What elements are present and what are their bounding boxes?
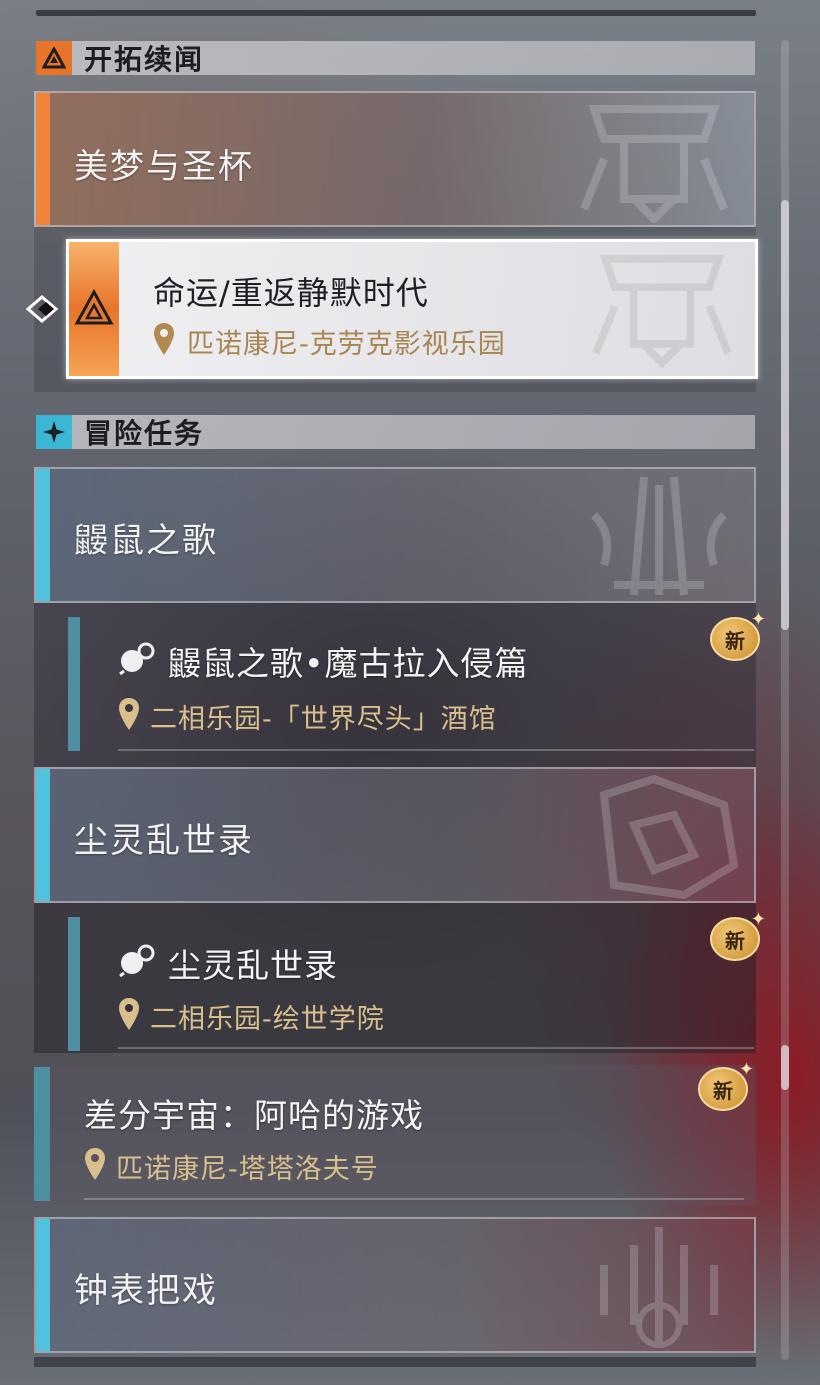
group-title: 鼹鼠之歌 <box>74 521 218 561</box>
group-title: 美梦与圣杯 <box>74 147 254 187</box>
quest-name: 命运/重返静默时代 <box>153 274 429 312</box>
top-divider <box>36 10 756 16</box>
trailblaze-triangle-icon <box>74 289 114 325</box>
map-pin-icon <box>85 1148 105 1180</box>
quest-group-card[interactable]: 尘灵乱世录 <box>34 767 756 903</box>
map-pin-icon <box>154 323 174 355</box>
map-pin-icon <box>119 698 139 730</box>
list-bottom-edge <box>34 1357 756 1367</box>
quest-group-card[interactable]: 鼹鼠之歌 <box>34 467 756 603</box>
quest-group-card[interactable]: 美梦与圣杯 <box>34 91 756 227</box>
quest-row-selected[interactable]: 命运/重返静默时代 匹诺康尼-克劳克影视乐园 <box>26 227 758 392</box>
row-divider <box>118 1047 754 1049</box>
trailblaze-triangle-icon <box>36 41 72 75</box>
row-divider <box>84 1198 744 1200</box>
scrollbar-thumb[interactable] <box>781 200 789 630</box>
faction-emblem-icon <box>591 476 727 596</box>
scrollbar-thumb-secondary[interactable] <box>781 1045 789 1090</box>
quest-row[interactable]: 鼹鼠之歌•魔古拉入侵篇 二相乐园-「世界尽头」酒馆 新 ✦ <box>34 603 766 768</box>
quest-name: 差分宇宙：阿哈的游戏 <box>84 1096 424 1135</box>
faction-emblem-icon <box>599 775 739 899</box>
quest-row-bar <box>34 1067 50 1201</box>
group-accent-bar <box>36 93 50 225</box>
group-accent-bar <box>36 769 50 901</box>
faction-emblem-icon <box>600 1227 718 1348</box>
group-title: 钟表把戏 <box>74 1271 218 1311</box>
section-header-trailblaze: 开拓续闻 <box>36 41 755 76</box>
group-accent-bar <box>36 469 50 601</box>
new-badge: 新 ✦ <box>710 609 766 661</box>
new-badge: 新 ✦ <box>710 909 766 961</box>
selected-quest-card[interactable]: 命运/重返静默时代 匹诺康尼-克劳克影视乐园 <box>66 239 758 379</box>
section-title: 冒险任务 <box>84 417 205 450</box>
faction-emblem-icon <box>592 255 732 369</box>
quest-row[interactable]: 尘灵乱世录 二相乐园-绘世学院 新 ✦ <box>34 903 766 1053</box>
adventure-quest-icon <box>119 642 155 675</box>
trailblaze-quest-icon-strip <box>69 242 119 376</box>
group-title: 尘灵乱世录 <box>74 821 254 861</box>
quest-location: 二相乐园-「世界尽头」酒馆 <box>150 704 497 735</box>
quest-row-bar <box>68 917 80 1051</box>
quest-name: 鼹鼠之歌•魔古拉入侵篇 <box>168 644 529 683</box>
quest-location: 匹诺康尼-塔塔洛夫号 <box>116 1154 379 1185</box>
chevron-selector-icon <box>26 295 59 323</box>
row-divider <box>118 749 754 751</box>
quest-location: 匹诺康尼-克劳克影视乐园 <box>187 329 506 360</box>
adventure-quest-icon <box>119 944 155 977</box>
new-badge: 新 ✦ <box>698 1059 754 1111</box>
quest-row-standalone[interactable]: 差分宇宙：阿哈的游戏 匹诺康尼-塔塔洛夫号 新 ✦ <box>34 1059 756 1205</box>
section-title: 开拓续闻 <box>84 43 205 76</box>
group-accent-bar <box>36 1219 50 1351</box>
quest-name: 尘灵乱世录 <box>168 946 338 985</box>
faction-emblem-icon <box>580 105 728 223</box>
section-header-adventure: 冒险任务 <box>36 415 755 450</box>
sparkle-icon <box>36 415 72 449</box>
quest-row-bar <box>68 617 80 751</box>
map-pin-icon <box>119 998 139 1030</box>
quest-location: 二相乐园-绘世学院 <box>150 1004 385 1035</box>
quest-group-card[interactable]: 钟表把戏 <box>34 1217 756 1353</box>
